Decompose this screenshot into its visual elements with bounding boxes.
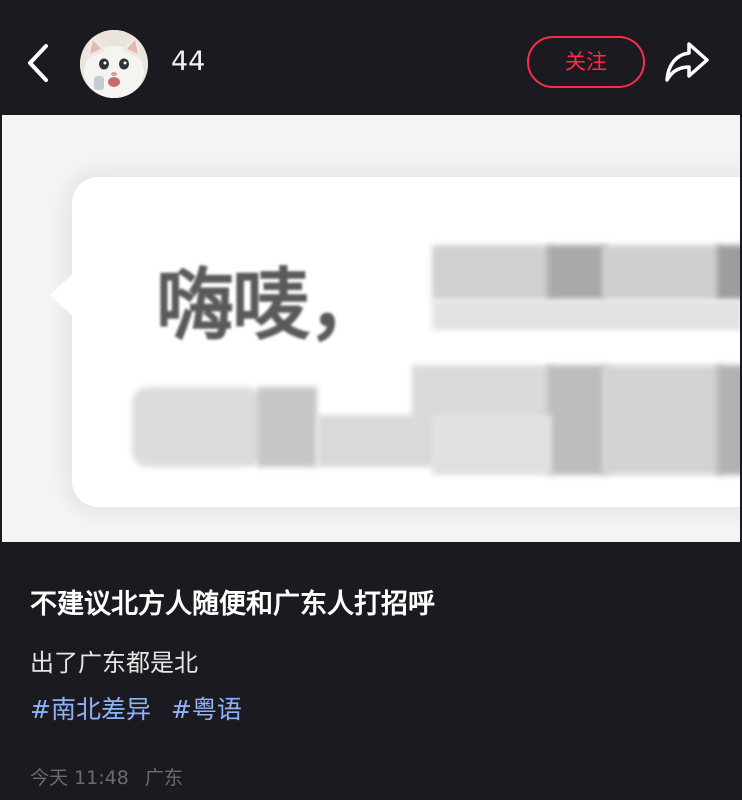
- chevron-left-icon: [28, 44, 48, 82]
- share-button[interactable]: [663, 40, 711, 84]
- top-bar: 44 关注: [0, 0, 742, 115]
- post-image[interactable]: 嗨唛，: [2, 115, 740, 542]
- post-time: 今天 11:48: [30, 767, 129, 789]
- back-button[interactable]: [22, 42, 56, 84]
- bubble-tail: [50, 265, 82, 325]
- tag-link[interactable]: #粤语: [171, 695, 242, 724]
- share-arrow-icon: [665, 42, 709, 82]
- post-meta: 今天 11:48 广东: [30, 763, 193, 790]
- post-description: 出了广东都是北: [30, 649, 198, 677]
- username[interactable]: 44: [171, 46, 205, 77]
- follow-button[interactable]: 关注: [527, 36, 645, 88]
- avatar[interactable]: [80, 30, 148, 98]
- cat-avatar-image: [80, 30, 148, 98]
- greeting-text: 嗨唛，: [156, 261, 386, 351]
- post-title: 不建议北方人随便和广东人打招呼: [30, 589, 435, 620]
- post-location: 广东: [144, 767, 183, 789]
- tag-list: #南北差异 #粤语: [30, 690, 254, 726]
- tag-link[interactable]: #南北差异: [30, 695, 151, 724]
